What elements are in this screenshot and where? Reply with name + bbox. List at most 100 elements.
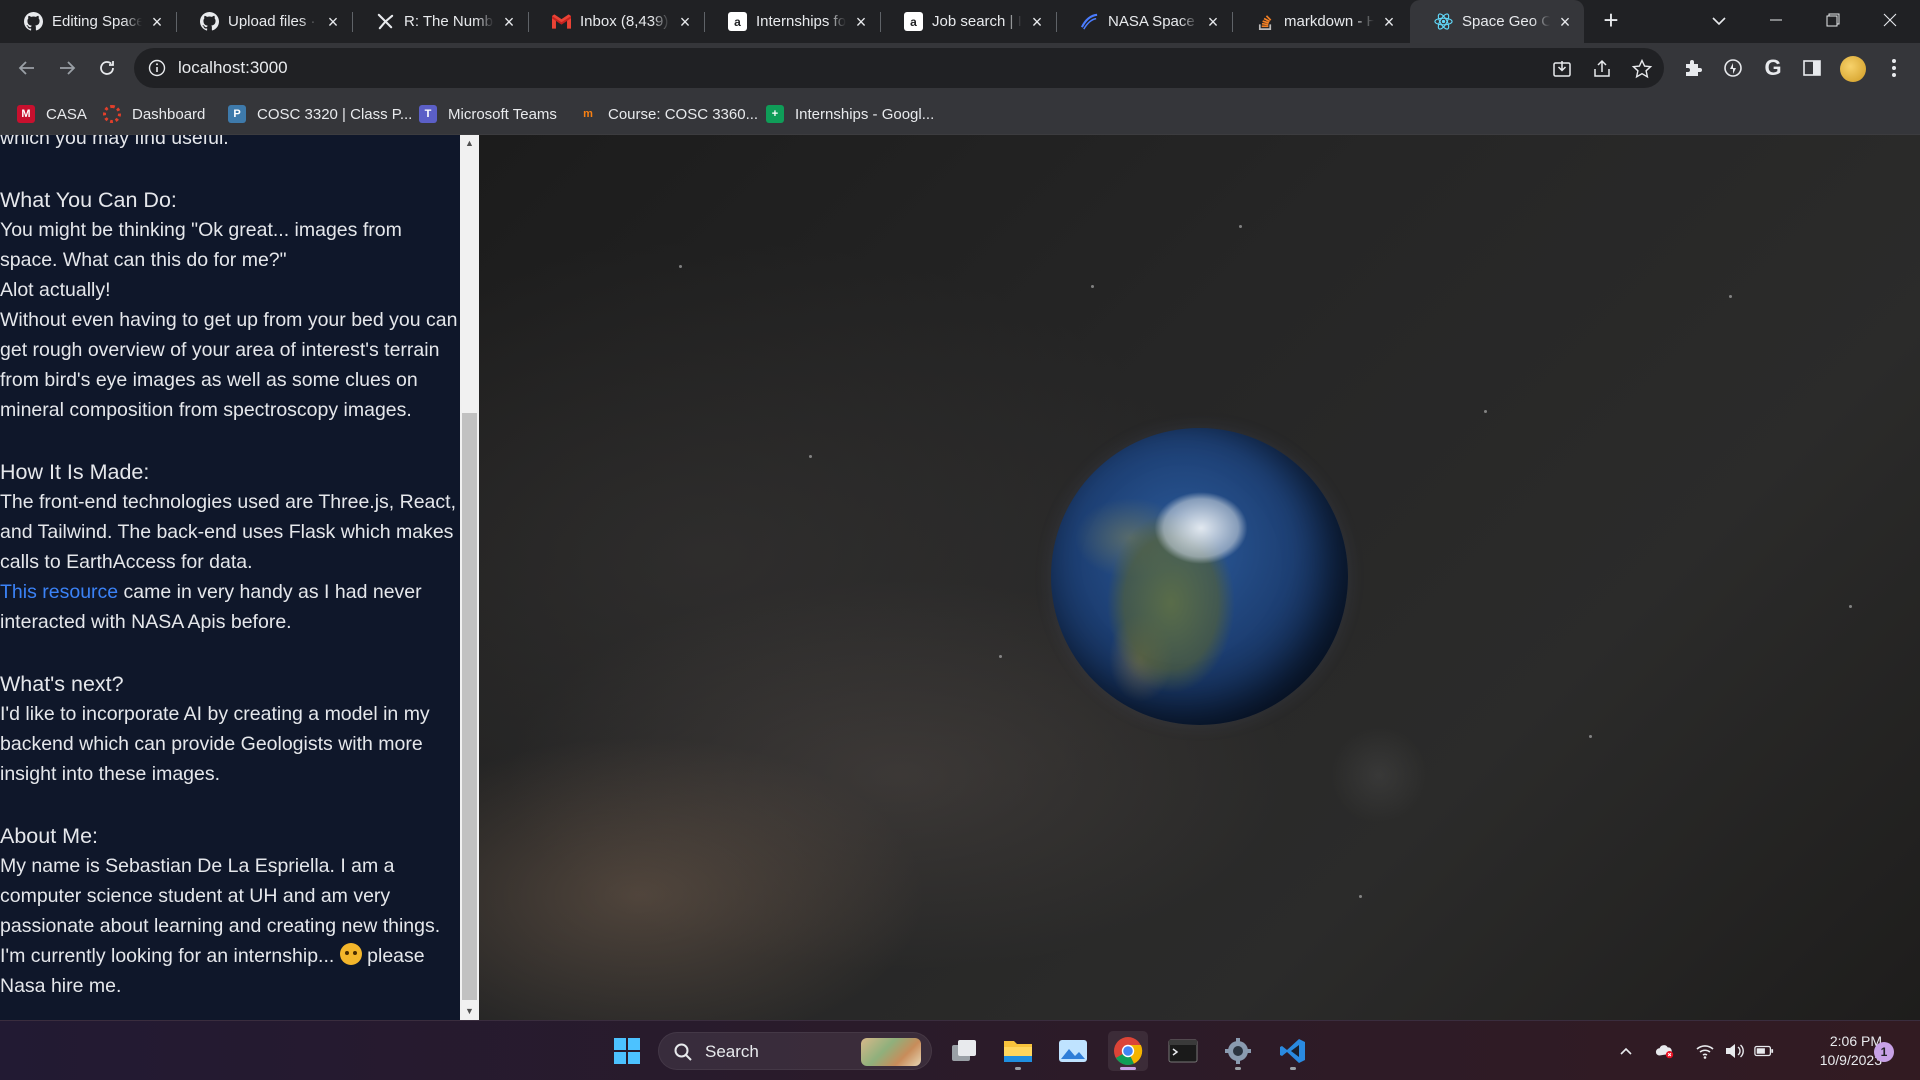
start-icon[interactable] bbox=[607, 1031, 647, 1071]
settings-icon[interactable] bbox=[1218, 1031, 1258, 1071]
close-icon[interactable]: × bbox=[676, 13, 694, 31]
star bbox=[1091, 285, 1094, 288]
bookmark-course-cosc-3360[interactable]: m Course: COSC 3360... bbox=[579, 103, 758, 125]
onedrive-error-icon[interactable] bbox=[1655, 1041, 1675, 1061]
close-icon[interactable]: × bbox=[1204, 13, 1222, 31]
bookmarks-bar: M CASA Dashboard P COSC 3320 | Class P..… bbox=[0, 93, 1920, 135]
close-icon[interactable]: × bbox=[148, 13, 166, 31]
tab-title: R: The Number bbox=[404, 13, 494, 30]
section-heading-next: What's next? bbox=[0, 672, 124, 696]
site-info-icon[interactable] bbox=[148, 59, 166, 77]
tab-nasa[interactable]: NASA Space Apps × bbox=[1056, 0, 1233, 43]
close-window-button[interactable] bbox=[1862, 0, 1918, 40]
address-url: localhost:3000 bbox=[178, 58, 288, 77]
grammarly-icon[interactable]: G bbox=[1760, 55, 1786, 81]
tab-r-number[interactable]: R: The Number × bbox=[352, 0, 529, 43]
close-icon[interactable]: × bbox=[1028, 13, 1046, 31]
scroll-thumb[interactable] bbox=[462, 413, 477, 1000]
star bbox=[999, 655, 1002, 658]
wifi-icon[interactable] bbox=[1695, 1041, 1715, 1061]
bookmark-internships-sheet[interactable]: + Internships - Googl... bbox=[766, 103, 934, 125]
tab-title: Upload files · Space Geo Cube bbox=[228, 13, 318, 30]
dashboard-icon bbox=[103, 105, 121, 123]
menu-kebab-icon[interactable] bbox=[1881, 55, 1907, 81]
tab-markdown[interactable]: markdown - How × bbox=[1232, 0, 1408, 43]
clock-time: 2:06 PM bbox=[1829, 1033, 1882, 1049]
reload-button[interactable] bbox=[93, 54, 121, 82]
tab-editing[interactable]: Editing Space Geo Cube × bbox=[0, 0, 177, 43]
running-indicator bbox=[1015, 1067, 1021, 1070]
resource-link[interactable]: This resource bbox=[0, 581, 118, 603]
bookmark-dashboard[interactable]: Dashboard bbox=[103, 103, 205, 125]
star bbox=[1359, 895, 1362, 898]
install-app-icon[interactable] bbox=[1551, 58, 1573, 80]
back-button[interactable] bbox=[13, 54, 41, 82]
star bbox=[809, 455, 812, 458]
battery-icon[interactable] bbox=[1754, 1041, 1774, 1061]
clock-date: 10/9/2023 bbox=[1819, 1052, 1882, 1068]
tab-upload[interactable]: Upload files · Space Geo Cube × bbox=[176, 0, 353, 43]
info-sidebar[interactable]: which you may find useful. What You Can … bbox=[0, 135, 460, 1020]
scroll-up-arrow-icon[interactable]: ▲ bbox=[460, 135, 479, 152]
scroll-down-arrow-icon[interactable]: ▼ bbox=[460, 1003, 479, 1020]
notification-badge[interactable]: 1 bbox=[1874, 1042, 1894, 1062]
close-icon[interactable]: × bbox=[500, 13, 518, 31]
space-scene-canvas[interactable] bbox=[479, 135, 1920, 1020]
close-icon[interactable]: × bbox=[852, 13, 870, 31]
tab-space-geo-cube[interactable]: Space Geo Cube × bbox=[1410, 0, 1584, 43]
photos-icon[interactable] bbox=[1053, 1031, 1093, 1071]
page-content: which you may find useful. What You Can … bbox=[0, 135, 1920, 1020]
indeed-icon: a bbox=[904, 12, 923, 31]
gmail-icon bbox=[552, 12, 571, 31]
bookmark-label: CASA bbox=[46, 105, 87, 123]
tab-inbox[interactable]: Inbox (8,439) × bbox=[528, 0, 705, 43]
extension-icon[interactable] bbox=[1720, 55, 1746, 81]
taskbar-search[interactable]: Search bbox=[658, 1032, 932, 1070]
teams-icon: T bbox=[419, 105, 437, 123]
search-label: Search bbox=[705, 1042, 759, 1061]
volume-icon[interactable] bbox=[1724, 1041, 1744, 1061]
paragraph: You might be thinking "Ok great... image… bbox=[0, 219, 402, 271]
show-hidden-icons-chevron-icon[interactable] bbox=[1616, 1041, 1636, 1061]
section-heading-about: About Me: bbox=[0, 824, 98, 848]
tab-internships[interactable]: a Internships for × bbox=[704, 0, 881, 43]
forward-button[interactable] bbox=[53, 54, 81, 82]
tab-title: Inbox (8,439) bbox=[580, 13, 669, 30]
share-icon[interactable] bbox=[1591, 58, 1613, 80]
address-bar[interactable]: localhost:3000 bbox=[134, 48, 1664, 88]
system-clock[interactable]: 2:06 PM 10/9/2023 bbox=[1792, 1032, 1882, 1070]
bookmark-teams[interactable]: T Microsoft Teams bbox=[419, 103, 557, 125]
bookmark-star-icon[interactable] bbox=[1631, 58, 1653, 80]
side-panel-icon[interactable] bbox=[1799, 55, 1825, 81]
minimize-button[interactable] bbox=[1748, 0, 1804, 40]
sidebar-scrollbar[interactable]: ▲ ▼ bbox=[460, 135, 479, 1020]
earth-globe[interactable] bbox=[1051, 428, 1348, 725]
profile-avatar[interactable] bbox=[1840, 56, 1866, 82]
paragraph: My name is Sebastian De La Espriella. I … bbox=[0, 851, 458, 1001]
extensions-puzzle-icon[interactable] bbox=[1680, 55, 1706, 81]
tab-job-search[interactable]: a Job search | Indeed × bbox=[880, 0, 1057, 43]
task-view-icon[interactable] bbox=[944, 1031, 984, 1071]
paragraph: Alot actually! bbox=[0, 279, 111, 301]
close-icon[interactable]: × bbox=[1380, 13, 1398, 31]
chrome-icon[interactable] bbox=[1108, 1031, 1148, 1071]
vscode-icon[interactable] bbox=[1273, 1031, 1313, 1071]
restore-button[interactable] bbox=[1805, 0, 1861, 40]
search-icon bbox=[673, 1042, 693, 1067]
bookmark-label: Internships - Googl... bbox=[795, 105, 935, 123]
bookmark-casa[interactable]: M CASA bbox=[17, 103, 87, 125]
paragraph: Without even having to get up from your … bbox=[0, 309, 458, 421]
piazza-icon: P bbox=[228, 105, 246, 123]
bookmark-label: COSC 3320 | Class P... bbox=[257, 105, 413, 123]
new-tab-button[interactable]: + bbox=[1598, 7, 1624, 34]
close-icon[interactable]: × bbox=[1556, 13, 1574, 31]
close-icon[interactable]: × bbox=[324, 13, 342, 31]
info-text: which you may find useful. What You Can … bbox=[0, 135, 458, 1001]
file-explorer-icon[interactable] bbox=[998, 1031, 1038, 1071]
terminal-icon[interactable] bbox=[1163, 1031, 1203, 1071]
bookmark-cosc-3320[interactable]: P COSC 3320 | Class P... bbox=[228, 103, 412, 125]
tab-search-chevron-icon[interactable] bbox=[1708, 10, 1730, 32]
bookmark-label: Microsoft Teams bbox=[448, 105, 557, 123]
nasa-icon bbox=[1080, 12, 1099, 31]
react-icon bbox=[1434, 12, 1453, 31]
